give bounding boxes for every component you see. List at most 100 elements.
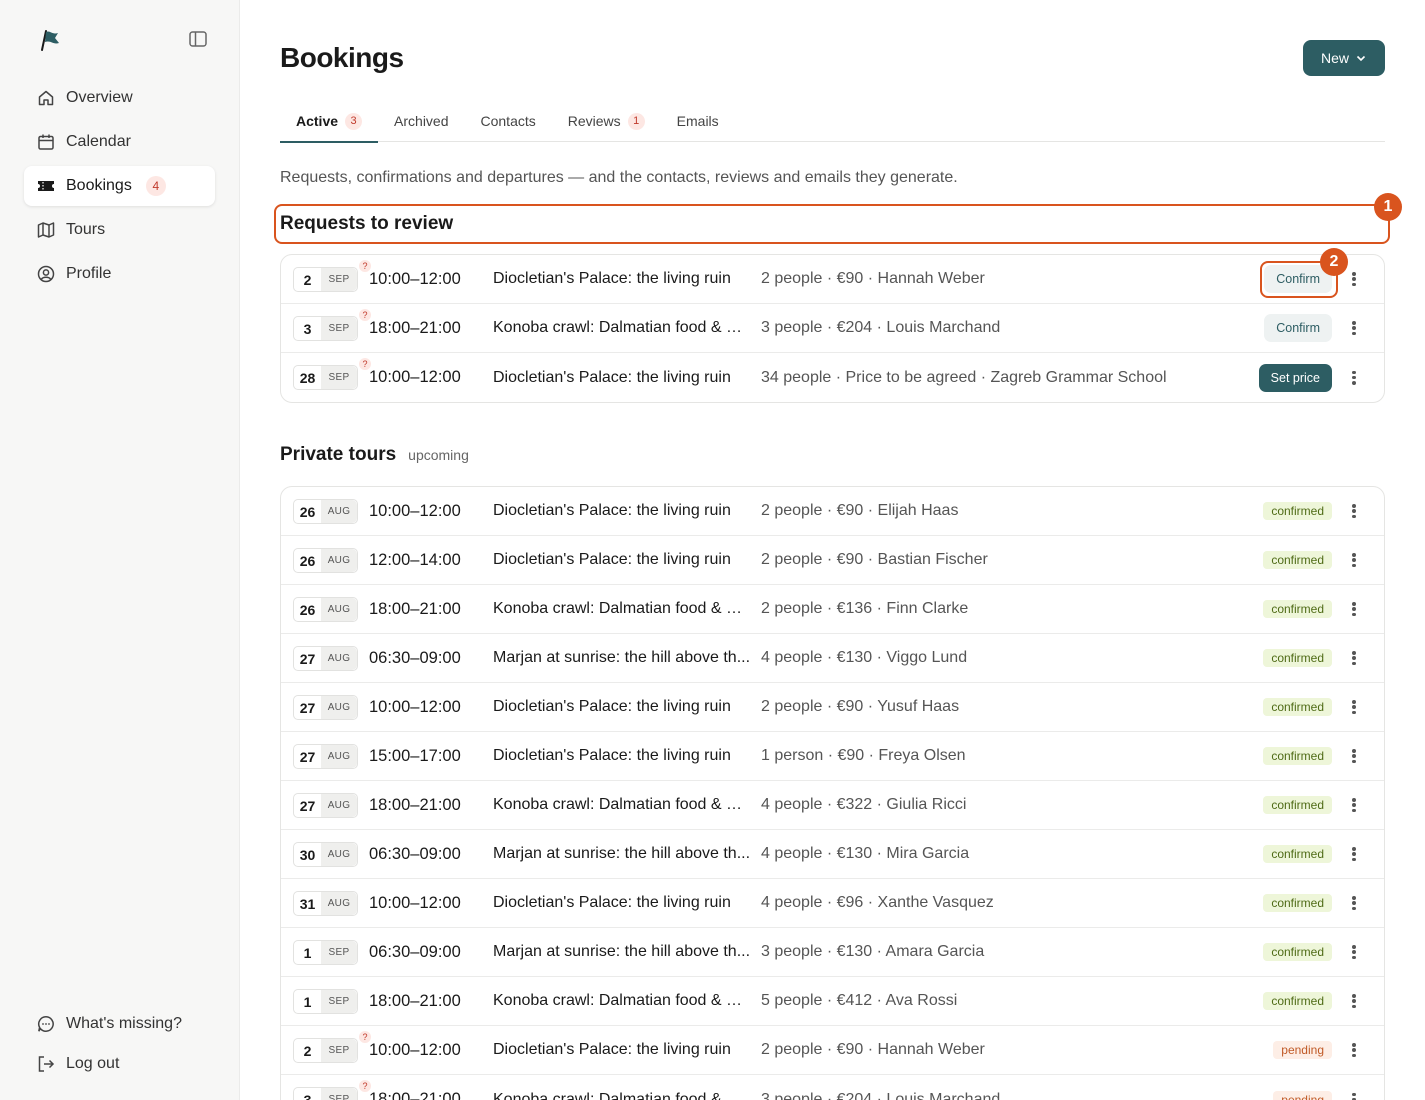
date-month: SEP: [321, 1088, 357, 1100]
table-row[interactable]: 27 AUG 15:00–17:00 Diocletian's Palace: the…: [281, 732, 1384, 781]
new-button[interactable]: New: [1303, 40, 1385, 76]
tab-label: Reviews: [567, 113, 621, 129]
calendar-icon: [37, 133, 55, 151]
status-badge: confirmed: [1263, 649, 1332, 667]
status-badge: pending: [1273, 1041, 1332, 1059]
booking-details: 4 people · €96 · Xanthe Vasquez: [761, 894, 994, 911]
more-options-icon[interactable]: [1348, 991, 1360, 1011]
sidebar-item-label: Profile: [66, 265, 112, 282]
booking-details: 5 people · €412 · Ava Rossi: [761, 992, 958, 1009]
tab-contacts[interactable]: Contacts: [465, 100, 552, 142]
table-row[interactable]: 2 SEP? 10:00–12:00 Diocletian's Palace: the…: [281, 1026, 1384, 1075]
booking-details: 4 people · €322 · Giulia Ricci: [761, 796, 967, 813]
date-chip: 27 AUG: [293, 695, 358, 720]
tab-archived[interactable]: Archived: [378, 100, 464, 142]
table-row[interactable]: 26 AUG 12:00–14:00 Diocletian's Palace: the…: [281, 536, 1384, 585]
sidebar-toggle-icon[interactable]: [188, 30, 208, 48]
more-options-icon[interactable]: [1348, 318, 1360, 338]
more-options-icon[interactable]: [1348, 893, 1360, 913]
sidebar-item-calendar[interactable]: Calendar: [24, 122, 215, 162]
table-row[interactable]: 3 SEP? 18:00–21:00 Konoba crawl: Dalmatian …: [281, 304, 1384, 353]
date-chip: 27 AUG: [293, 646, 358, 671]
more-options-icon[interactable]: [1348, 368, 1360, 388]
status-badge: confirmed: [1263, 502, 1332, 520]
date-chip: 26 AUG: [293, 597, 358, 622]
booking-details: 1 person · €90 · Freya Olsen: [761, 747, 966, 764]
tab-reviews[interactable]: Reviews 1: [552, 100, 661, 142]
table-row[interactable]: 26 AUG 18:00–21:00 Konoba crawl: Dalmatian …: [281, 585, 1384, 634]
sidebar-item-logout[interactable]: Log out: [24, 1044, 215, 1084]
sidebar-item-whats-missing[interactable]: What's missing?: [24, 1004, 215, 1044]
more-options-icon[interactable]: [1348, 599, 1360, 619]
bottom-nav: What's missing? Log out: [24, 1004, 215, 1084]
booking-details: 2 people · €136 · Finn Clarke: [761, 600, 969, 617]
tab-count-badge: 1: [627, 112, 645, 130]
date-month: AUG: [321, 843, 357, 866]
more-options-icon[interactable]: [1348, 269, 1360, 289]
more-options-icon[interactable]: [1348, 550, 1360, 570]
date-chip: 31 AUG: [293, 891, 358, 916]
date-chip: 30 AUG: [293, 842, 358, 867]
status-badge: confirmed: [1263, 600, 1332, 618]
time-range: 06:30–09:00: [369, 942, 461, 961]
tour-name: Diocletian's Palace: the living ruin: [493, 270, 731, 287]
date-day: 26: [294, 500, 321, 523]
table-row[interactable]: 1 SEP 18:00–21:00 Konoba crawl: Dalmatian f…: [281, 977, 1384, 1026]
tour-name: Diocletian's Palace: the living ruin: [493, 747, 731, 764]
table-row[interactable]: 1 SEP 06:30–09:00 Marjan at sunrise: the hi…: [281, 928, 1384, 977]
date-day: 27: [294, 696, 321, 719]
table-row[interactable]: 27 AUG 06:30–09:00 Marjan at sunrise: the h…: [281, 634, 1384, 683]
status-badge: pending: [1273, 1090, 1332, 1100]
date-chip: 3 SEP?: [293, 1080, 371, 1100]
flag-icon[interactable]: [38, 28, 64, 52]
booking-details: 34 people · Price to be agreed · Zagreb …: [761, 368, 1167, 386]
more-options-icon[interactable]: [1348, 1040, 1360, 1060]
date-month: AUG: [321, 892, 357, 915]
table-row[interactable]: 2 SEP? 10:00–12:00 Diocletian's Palace: the…: [281, 255, 1384, 304]
private-tours-note: upcoming: [408, 447, 469, 463]
time-range: 15:00–17:00: [369, 746, 461, 765]
date-day: 2: [294, 268, 321, 291]
set-price-button[interactable]: Set price: [1258, 363, 1332, 392]
time-range: 10:00–12:00: [369, 269, 461, 288]
table-row[interactable]: 3 SEP? 18:00–21:00 Konoba crawl: Dalmatian …: [281, 1075, 1384, 1100]
tab-emails[interactable]: Emails: [661, 100, 735, 142]
more-options-icon[interactable]: [1348, 501, 1360, 521]
time-range: 12:00–14:00: [369, 550, 461, 569]
more-options-icon[interactable]: [1348, 942, 1360, 962]
more-options-icon[interactable]: [1348, 746, 1360, 766]
tab-label: Active: [296, 113, 339, 129]
status-badge: confirmed: [1263, 845, 1332, 863]
more-options-icon[interactable]: [1348, 795, 1360, 815]
sidebar-item-profile[interactable]: Profile: [24, 254, 215, 294]
more-options-icon[interactable]: [1348, 697, 1360, 717]
date-day: 26: [294, 549, 321, 572]
more-options-icon[interactable]: [1348, 1090, 1360, 1100]
date-month: SEP: [321, 990, 357, 1013]
table-row[interactable]: 27 AUG 18:00–21:00 Konoba crawl: Dalmatian …: [281, 781, 1384, 830]
more-options-icon[interactable]: [1348, 844, 1360, 864]
tour-name: Marjan at sunrise: the hill above th...: [493, 649, 751, 666]
date-chip: 27 AUG: [293, 744, 358, 769]
new-button-label: New: [1320, 50, 1349, 66]
table-row[interactable]: 27 AUG 10:00–12:00 Diocletian's Palace: the…: [281, 683, 1384, 732]
more-options-icon[interactable]: [1348, 648, 1360, 668]
date-day: 26: [294, 598, 321, 621]
sidebar-item-overview[interactable]: Overview: [24, 78, 215, 118]
user-circle-icon: [37, 265, 55, 283]
status-badge: confirmed: [1263, 894, 1332, 912]
time-range: 18:00–21:00: [369, 1090, 461, 1100]
sidebar-item-bookings[interactable]: Bookings 4: [24, 166, 215, 206]
table-row[interactable]: 31 AUG 10:00–12:00 Diocletian's Palace: the…: [281, 879, 1384, 928]
booking-details: 4 people · €130 · Mira Garcia: [761, 845, 970, 862]
tab-active[interactable]: Active 3: [280, 100, 379, 143]
table-row[interactable]: 26 AUG 10:00–12:00 Diocletian's Palace: the…: [281, 487, 1384, 536]
table-row[interactable]: 28 SEP? 10:00–12:00 Diocletian's Palace: th…: [281, 353, 1384, 402]
date-day: 1: [294, 941, 321, 964]
status-badge: confirmed: [1263, 796, 1332, 814]
sidebar-item-tours[interactable]: Tours: [24, 210, 215, 250]
table-row[interactable]: 30 AUG 06:30–09:00 Marjan at sunrise: the h…: [281, 830, 1384, 879]
date-day: 27: [294, 647, 321, 670]
annotation-marker-1: 1: [1374, 193, 1402, 221]
confirm-button[interactable]: Confirm: [1264, 314, 1332, 342]
